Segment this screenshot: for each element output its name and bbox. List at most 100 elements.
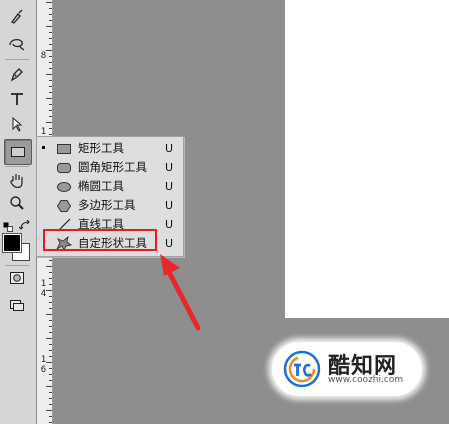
ruler-tick — [49, 392, 52, 393]
ruler-tick — [49, 320, 52, 321]
zoom-tool-button[interactable] — [4, 191, 30, 215]
ruler-tick — [49, 80, 52, 81]
quick-mask-icon — [9, 271, 25, 285]
ruler-tick — [49, 38, 52, 39]
rounded-rectangle-icon — [55, 160, 73, 175]
ruler-tick — [49, 416, 52, 417]
ruler-tick — [49, 344, 52, 345]
document-canvas[interactable] — [285, 0, 449, 318]
annotation-arrow-icon — [150, 248, 210, 337]
ruler-tick — [49, 332, 52, 333]
current-tool-bullet — [42, 146, 45, 149]
brush-icon — [9, 8, 25, 24]
coozhi-logo-icon — [283, 350, 321, 388]
ruler-tick — [49, 110, 52, 111]
menu-item-shortcut: U — [165, 199, 174, 212]
ruler-tick — [49, 380, 52, 381]
menu-item-label: 椭圆工具 — [78, 179, 124, 193]
ruler-tick — [49, 272, 52, 273]
ruler-tick — [49, 398, 52, 399]
magnifier-icon — [9, 195, 25, 211]
ruler-tick — [49, 86, 52, 87]
ruler-tick — [46, 26, 52, 27]
menu-item-shortcut: U — [165, 142, 174, 155]
ruler-label: 8 — [40, 51, 47, 61]
menu-item-rounded-rectangle-tool[interactable]: 圆角矩形工具 U — [37, 158, 183, 177]
menu-item-shortcut: U — [165, 218, 174, 231]
menu-item-polygon-tool[interactable]: 多边形工具 U — [37, 196, 183, 215]
ruler-tick — [49, 20, 52, 21]
ruler-tick — [49, 278, 52, 279]
ruler-tick — [49, 56, 52, 57]
ruler-tick — [46, 122, 52, 123]
ruler-tick — [49, 128, 52, 129]
watermark: 酷知网 www.coozhi.com — [268, 336, 428, 402]
menu-item-label: 多边形工具 — [78, 198, 136, 212]
shape-tool-button[interactable] — [4, 139, 32, 165]
ruler-tick — [49, 302, 52, 303]
ruler-tick — [49, 68, 52, 69]
menu-item-label: 矩形工具 — [78, 141, 124, 155]
ellipse-icon — [55, 179, 73, 194]
ruler-tick — [46, 410, 52, 411]
ruler-tick — [49, 62, 52, 63]
ruler-tick — [46, 98, 52, 99]
ruler-tick — [49, 422, 52, 423]
swap-colors-icon[interactable] — [18, 216, 31, 230]
quick-mask-button[interactable] — [4, 266, 30, 290]
ruler-tick — [49, 374, 52, 375]
path-selection-tool-button[interactable] — [4, 112, 30, 136]
ruler-tick — [49, 92, 52, 93]
ruler-tick — [46, 2, 52, 3]
ruler-tick — [49, 134, 52, 135]
ruler-tick — [46, 386, 52, 387]
rectangle-icon — [10, 145, 26, 159]
ruler-tick — [49, 326, 52, 327]
highlight-box — [43, 229, 157, 251]
ruler-label: 4 — [40, 289, 47, 299]
ruler-label: 6 — [40, 365, 47, 375]
pen-tool-button[interactable] — [4, 62, 30, 86]
ruler-tick — [46, 50, 52, 51]
ruler-tick — [49, 260, 52, 261]
ruler-tick — [49, 14, 52, 15]
ruler-tick — [49, 296, 52, 297]
ruler-tick — [46, 74, 52, 75]
history-brush-tool-button[interactable] — [4, 31, 30, 55]
ruler-tick — [49, 404, 52, 405]
ruler-label: 1 — [40, 279, 47, 289]
tools-panel — [0, 0, 37, 424]
ruler-tick — [49, 104, 52, 105]
menu-item-rectangle-tool[interactable]: 矩形工具 U — [37, 139, 183, 158]
menu-item-shortcut: U — [165, 161, 174, 174]
ruler-tick — [46, 338, 52, 339]
hand-tool-button[interactable] — [4, 168, 30, 192]
foreground-color-swatch[interactable] — [2, 233, 22, 253]
ruler-tick — [46, 266, 52, 267]
ruler-tick — [49, 308, 52, 309]
type-tool-button[interactable] — [4, 87, 30, 111]
default-colors-icon[interactable] — [3, 217, 15, 232]
ruler-tick — [49, 32, 52, 33]
history-brush-icon — [8, 35, 26, 51]
polygon-icon — [55, 198, 73, 213]
magic-eraser-tool-button[interactable] — [4, 4, 30, 28]
watermark-url: www.coozhi.com — [328, 375, 404, 385]
ruler-tick — [49, 356, 52, 357]
menu-item-ellipse-tool[interactable]: 椭圆工具 U — [37, 177, 183, 196]
ruler-tick — [49, 284, 52, 285]
ruler-label: 1 — [40, 355, 47, 365]
ruler-tick — [49, 8, 52, 9]
screen-mode-icon — [9, 298, 25, 312]
ruler-tick — [49, 44, 52, 45]
ruler-tick — [49, 350, 52, 351]
menu-item-label: 圆角矩形工具 — [78, 160, 147, 174]
hand-icon — [8, 171, 26, 189]
text-t-icon — [9, 91, 25, 107]
ruler-tick — [46, 314, 52, 315]
pen-icon — [9, 66, 25, 82]
ruler-tick — [49, 116, 52, 117]
menu-item-shortcut: U — [165, 180, 174, 193]
screen-mode-button[interactable] — [4, 293, 30, 317]
ruler-tick — [49, 368, 52, 369]
